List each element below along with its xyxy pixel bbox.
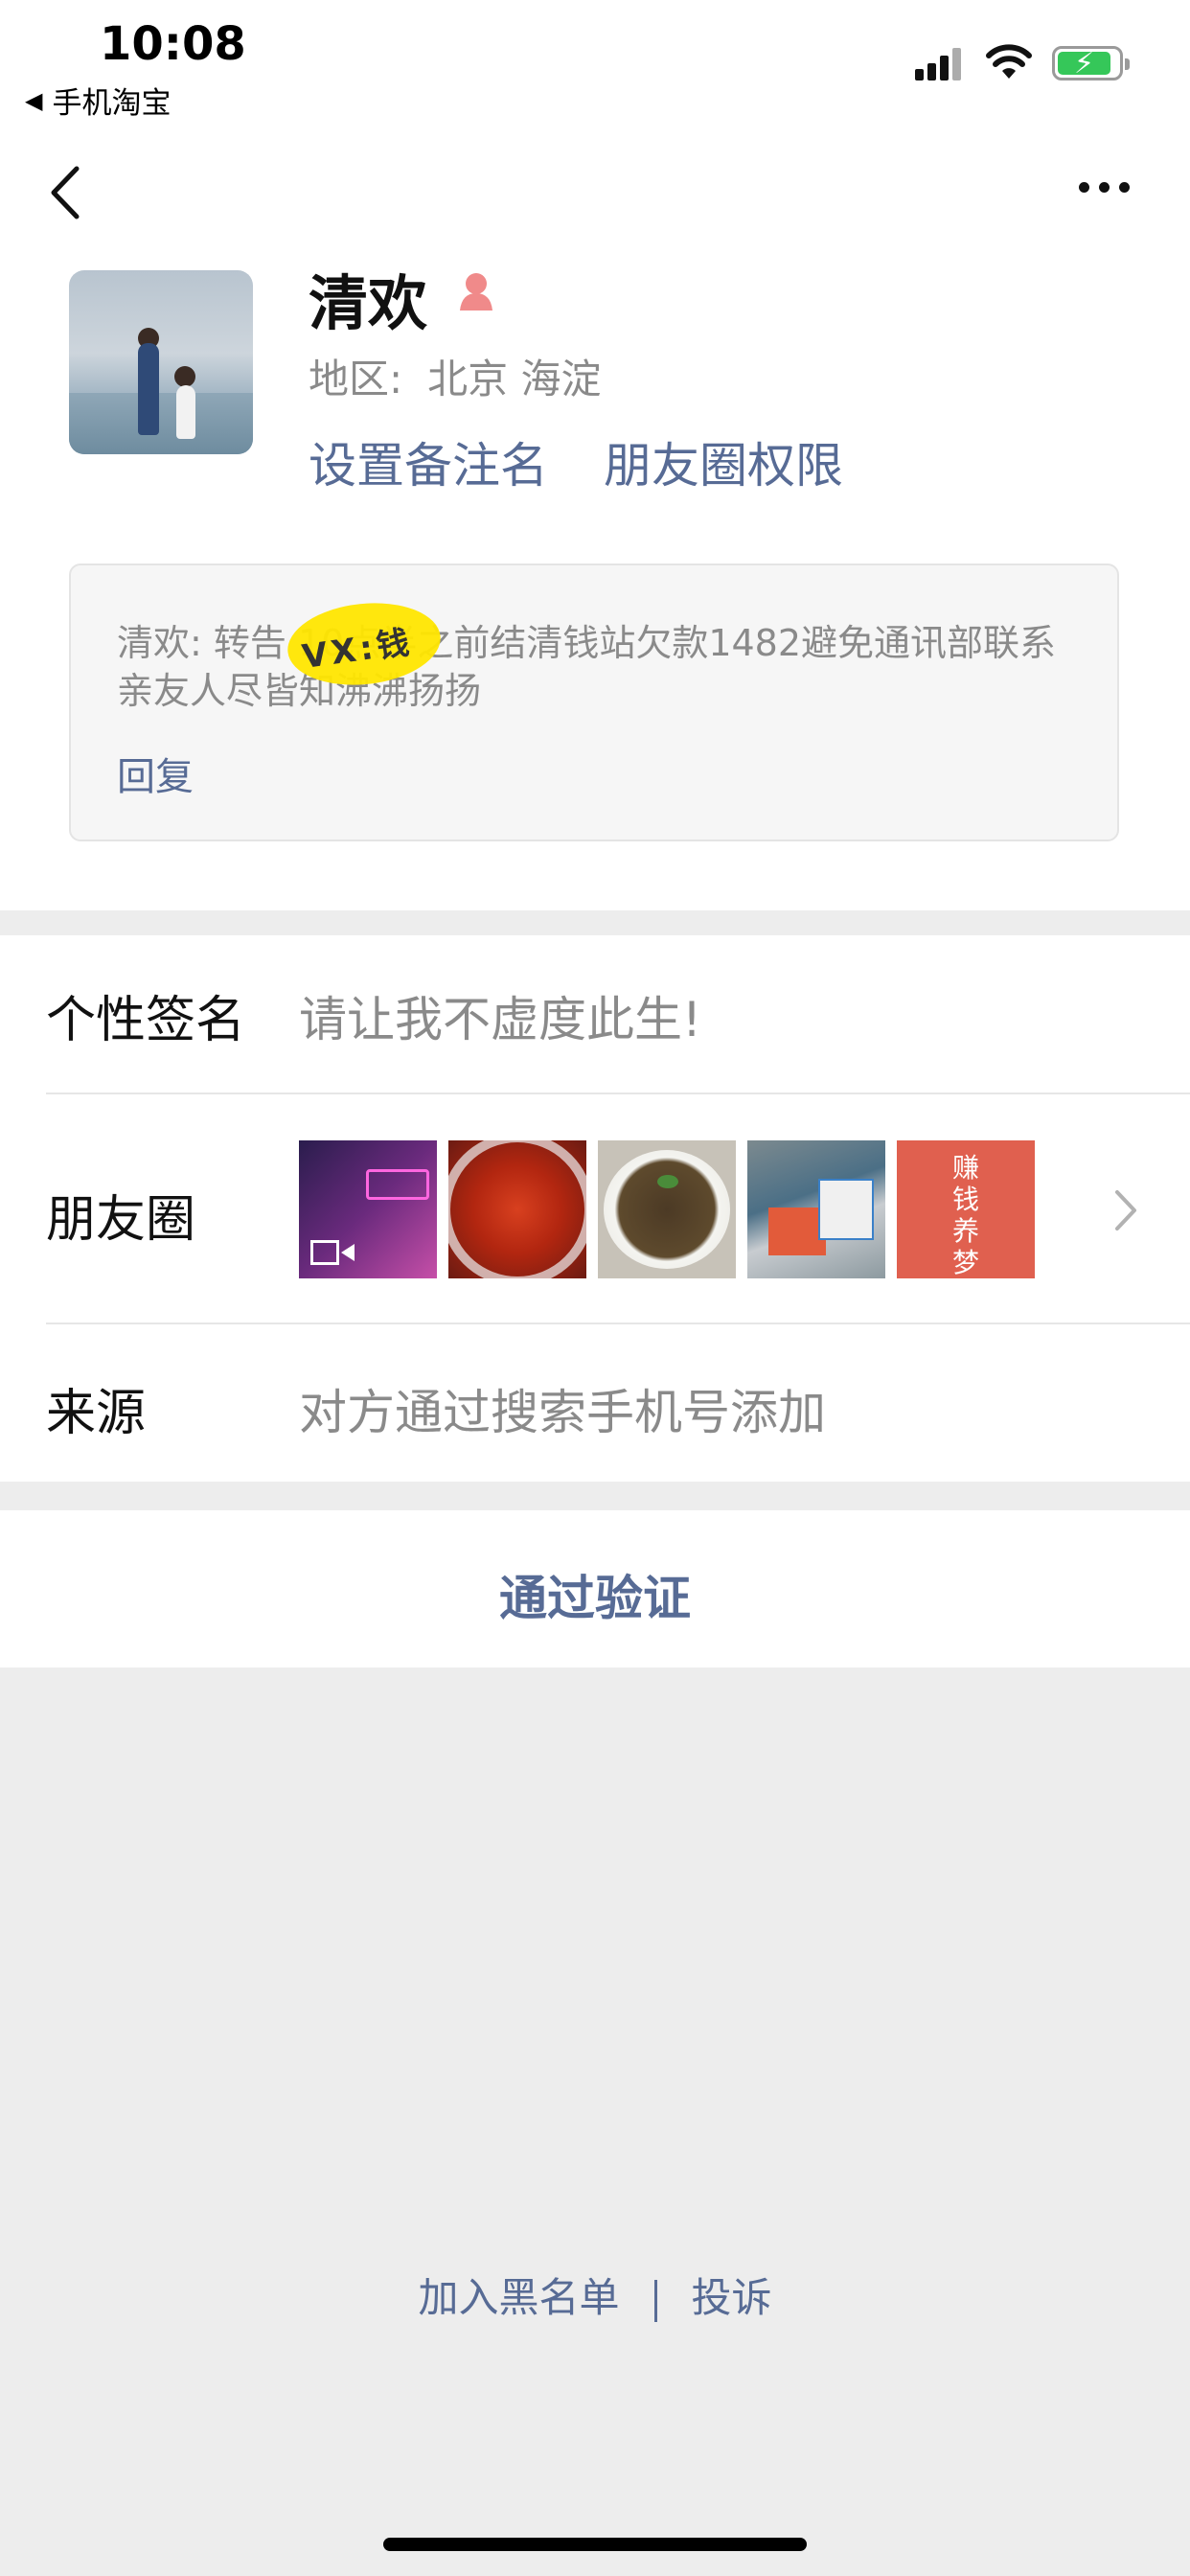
signature-label: 个性签名 [46, 992, 246, 1049]
reply-link[interactable]: 回复 [117, 746, 194, 801]
region: 地区: 北京 海淀 [309, 347, 602, 405]
verification-message-text: 清欢: 转告 10点半之前结清钱站欠款1482避免通讯部联系亲友人尽皆知沸沸扬扬 [117, 622, 1057, 712]
divider [46, 1092, 1190, 1094]
moments-thumb-text-label: 赚钱养梦 [951, 1152, 979, 1278]
wifi-icon [986, 44, 1032, 79]
footer-links: 加入黑名单 投诉 [0, 2266, 1190, 2324]
moments-thumb-snacks [747, 1140, 885, 1278]
accept-verification-button[interactable]: 通过验证 [0, 1560, 1190, 1629]
contact-name: 清欢 [309, 268, 428, 338]
moments-thumb-crayfish [448, 1140, 586, 1278]
info-section: 个性签名 请让我不虚度此生! 朋友圈 赚钱养梦 来源 对方通过搜索手机号添加 [0, 935, 1190, 1482]
verification-message-card: 清欢: 转告 10点半之前结清钱站欠款1482避免通讯部联系亲友人尽皆知沸沸扬扬… [69, 564, 1119, 841]
moments-permission-link[interactable]: 朋友圈权限 [604, 427, 843, 496]
female-icon [460, 273, 492, 310]
video-icon [310, 1240, 339, 1265]
moments-thumb-text: 赚钱养梦 [897, 1140, 1035, 1278]
back-app-label: 手机淘宝 [52, 86, 172, 121]
verify-section: 通过验证 [0, 1510, 1190, 1668]
set-remark-link[interactable]: 设置备注名 [309, 427, 548, 496]
battery-icon: ⚡ [1052, 46, 1130, 80]
divider [46, 1322, 1190, 1324]
signature-value: 请让我不虚度此生! [299, 992, 702, 1047]
moments-thumbnails: 赚钱养梦 [299, 1140, 1035, 1278]
moments-label: 朋友圈 [46, 1191, 196, 1249]
complain-link[interactable]: 投诉 [692, 2274, 772, 2321]
divider [653, 2279, 657, 2322]
add-to-blacklist-link[interactable]: 加入黑名单 [418, 2274, 619, 2321]
source-label: 来源 [46, 1385, 147, 1442]
more-icon[interactable] [1079, 182, 1136, 197]
region-label: 地区: [309, 356, 403, 402]
moments-thumb-video [299, 1140, 437, 1278]
back-to-app-link[interactable]: ◀ 手机淘宝 [25, 79, 171, 122]
chevron-right-icon [1115, 1190, 1136, 1230]
chevron-left-icon[interactable] [42, 159, 90, 226]
source-value: 对方通过搜索手机号添加 [299, 1385, 826, 1440]
cellular-signal-icon [915, 48, 965, 80]
status-time: 10:08 [100, 17, 246, 71]
region-value: 北京 海淀 [427, 356, 602, 402]
moments-thumb-stew [598, 1140, 736, 1278]
home-indicator [383, 2538, 807, 2551]
back-triangle-icon: ◀ [25, 86, 43, 114]
avatar[interactable] [69, 270, 253, 454]
